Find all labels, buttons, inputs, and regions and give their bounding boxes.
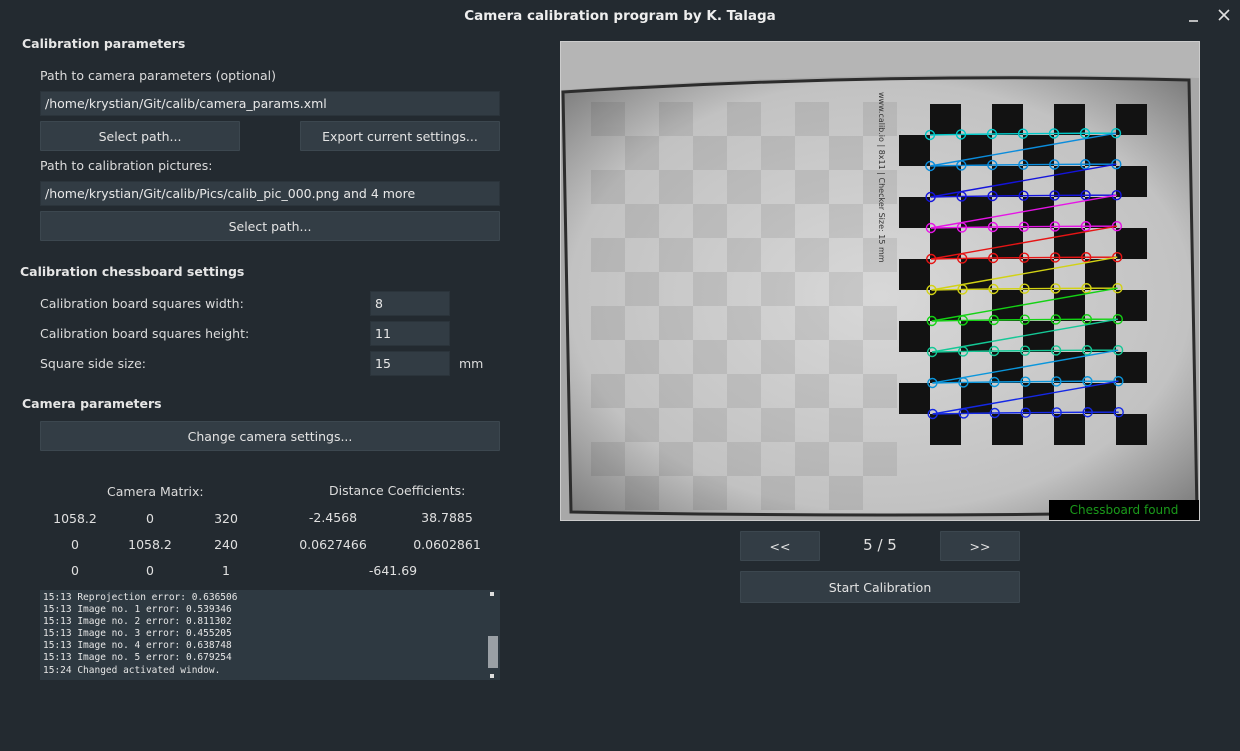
scroll-down-icon[interactable] xyxy=(490,674,494,678)
log-line: 15:13 Reprojection error: 0.636506 xyxy=(43,592,238,603)
pictures-path-field[interactable]: /home/krystian/Git/calib/Pics/calib_pic_… xyxy=(40,181,500,206)
select-pictures-button[interactable]: Select path... xyxy=(40,211,500,241)
coefficient-cell: -641.69 xyxy=(368,563,418,578)
chessboard-square xyxy=(1085,135,1116,166)
minimize-icon[interactable] xyxy=(1183,5,1205,27)
chessboard-settings-heading: Calibration chessboard settings xyxy=(20,264,245,279)
chessboard-square xyxy=(1116,352,1147,383)
distance-coefficients-label: Distance Coefficients: xyxy=(329,483,466,498)
change-camera-settings-button[interactable]: Change camera settings... xyxy=(40,421,500,451)
chessboard-square xyxy=(992,414,1023,445)
chessboard-square xyxy=(899,197,930,228)
chessboard-square xyxy=(899,383,930,414)
log-scrollbar[interactable] xyxy=(488,592,498,678)
chessboard-square xyxy=(930,104,961,135)
board-width-label: Calibration board squares width: xyxy=(40,296,244,311)
pictures-path-label: Path to calibration pictures: xyxy=(40,158,213,173)
export-settings-button[interactable]: Export current settings... xyxy=(300,121,500,151)
matrix-cell: 0 xyxy=(71,537,79,552)
coefficient-cell: 38.7885 xyxy=(421,510,473,525)
chessboard-square xyxy=(1054,104,1085,135)
chessboard-status: Chessboard found xyxy=(1049,500,1199,520)
log-output[interactable]: 15:13 Reprojection error: 0.636506 15:13… xyxy=(40,590,500,680)
square-side-unit: mm xyxy=(459,356,484,371)
board-caption: www.calib.io | 8x11 | Checker Size: 15 m… xyxy=(877,92,886,263)
close-icon[interactable] xyxy=(1213,5,1235,27)
chessboard-square xyxy=(899,321,930,352)
camera-params-path-field[interactable]: /home/krystian/Git/calib/camera_params.x… xyxy=(40,91,500,116)
chessboard-square xyxy=(899,135,930,166)
chessboard-square xyxy=(1116,414,1147,445)
chessboard-square xyxy=(961,135,992,166)
page-indicator: 5 / 5 xyxy=(863,536,897,554)
matrix-cell: 0 xyxy=(146,563,154,578)
chessboard-square xyxy=(1116,104,1147,135)
chessboard-square xyxy=(1054,414,1085,445)
log-line: 15:13 Image no. 1 error: 0.539346 xyxy=(43,604,232,616)
square-side-field[interactable]: 15 xyxy=(370,351,450,376)
matrix-cell: 320 xyxy=(214,511,238,526)
start-calibration-button[interactable]: Start Calibration xyxy=(740,571,1020,603)
chessboard-square xyxy=(899,259,930,290)
calibration-parameters-heading: Calibration parameters xyxy=(22,36,186,51)
camera-params-path-label: Path to camera parameters (optional) xyxy=(40,68,277,83)
chessboard-square xyxy=(992,104,1023,135)
matrix-cell: 1 xyxy=(222,563,230,578)
log-line: 15:13 Image no. 3 error: 0.455205 xyxy=(43,628,232,640)
camera-parameters-heading: Camera parameters xyxy=(22,396,162,411)
coefficient-cell: -2.4568 xyxy=(308,510,358,525)
scrollbar-handle[interactable] xyxy=(488,636,498,668)
matrix-cell: 0 xyxy=(146,511,154,526)
square-side-label: Square side size: xyxy=(40,356,147,371)
matrix-cell: 240 xyxy=(214,537,238,552)
board-height-label: Calibration board squares height: xyxy=(40,326,250,341)
window-title: Camera calibration program by K. Talaga xyxy=(464,8,776,24)
log-line: 15:13 Image no. 5 error: 0.679254 xyxy=(43,652,232,664)
log-line: 15:13 Image no. 4 error: 0.638748 xyxy=(43,640,232,652)
coefficient-cell: 0.0602861 xyxy=(413,537,481,552)
camera-matrix-label: Camera Matrix: xyxy=(107,484,204,499)
chessboard-image: www.calib.io | 8x11 | Checker Size: 15 m… xyxy=(561,42,1199,520)
board-height-field[interactable]: 11 xyxy=(370,321,450,346)
scroll-up-icon[interactable] xyxy=(490,592,494,596)
board-width-field[interactable]: 8 xyxy=(370,291,450,316)
chessboard-square xyxy=(1023,135,1054,166)
matrix-cell: 1058.2 xyxy=(53,511,97,526)
previous-image-button[interactable]: << xyxy=(740,531,820,561)
select-camera-params-button[interactable]: Select path... xyxy=(40,121,240,151)
matrix-cell: 0 xyxy=(71,563,79,578)
log-line: 15:24 Changed activated window. xyxy=(43,664,221,676)
chessboard-square xyxy=(1085,383,1116,414)
chessboard-square xyxy=(961,197,992,228)
matrix-cell: 1058.2 xyxy=(128,537,172,552)
next-image-button[interactable]: >> xyxy=(940,531,1020,561)
calibration-image-view: www.calib.io | 8x11 | Checker Size: 15 m… xyxy=(560,41,1200,521)
coefficient-cell: 0.0627466 xyxy=(299,537,367,552)
log-line: 15:13 Image no. 2 error: 0.811302 xyxy=(43,616,232,628)
